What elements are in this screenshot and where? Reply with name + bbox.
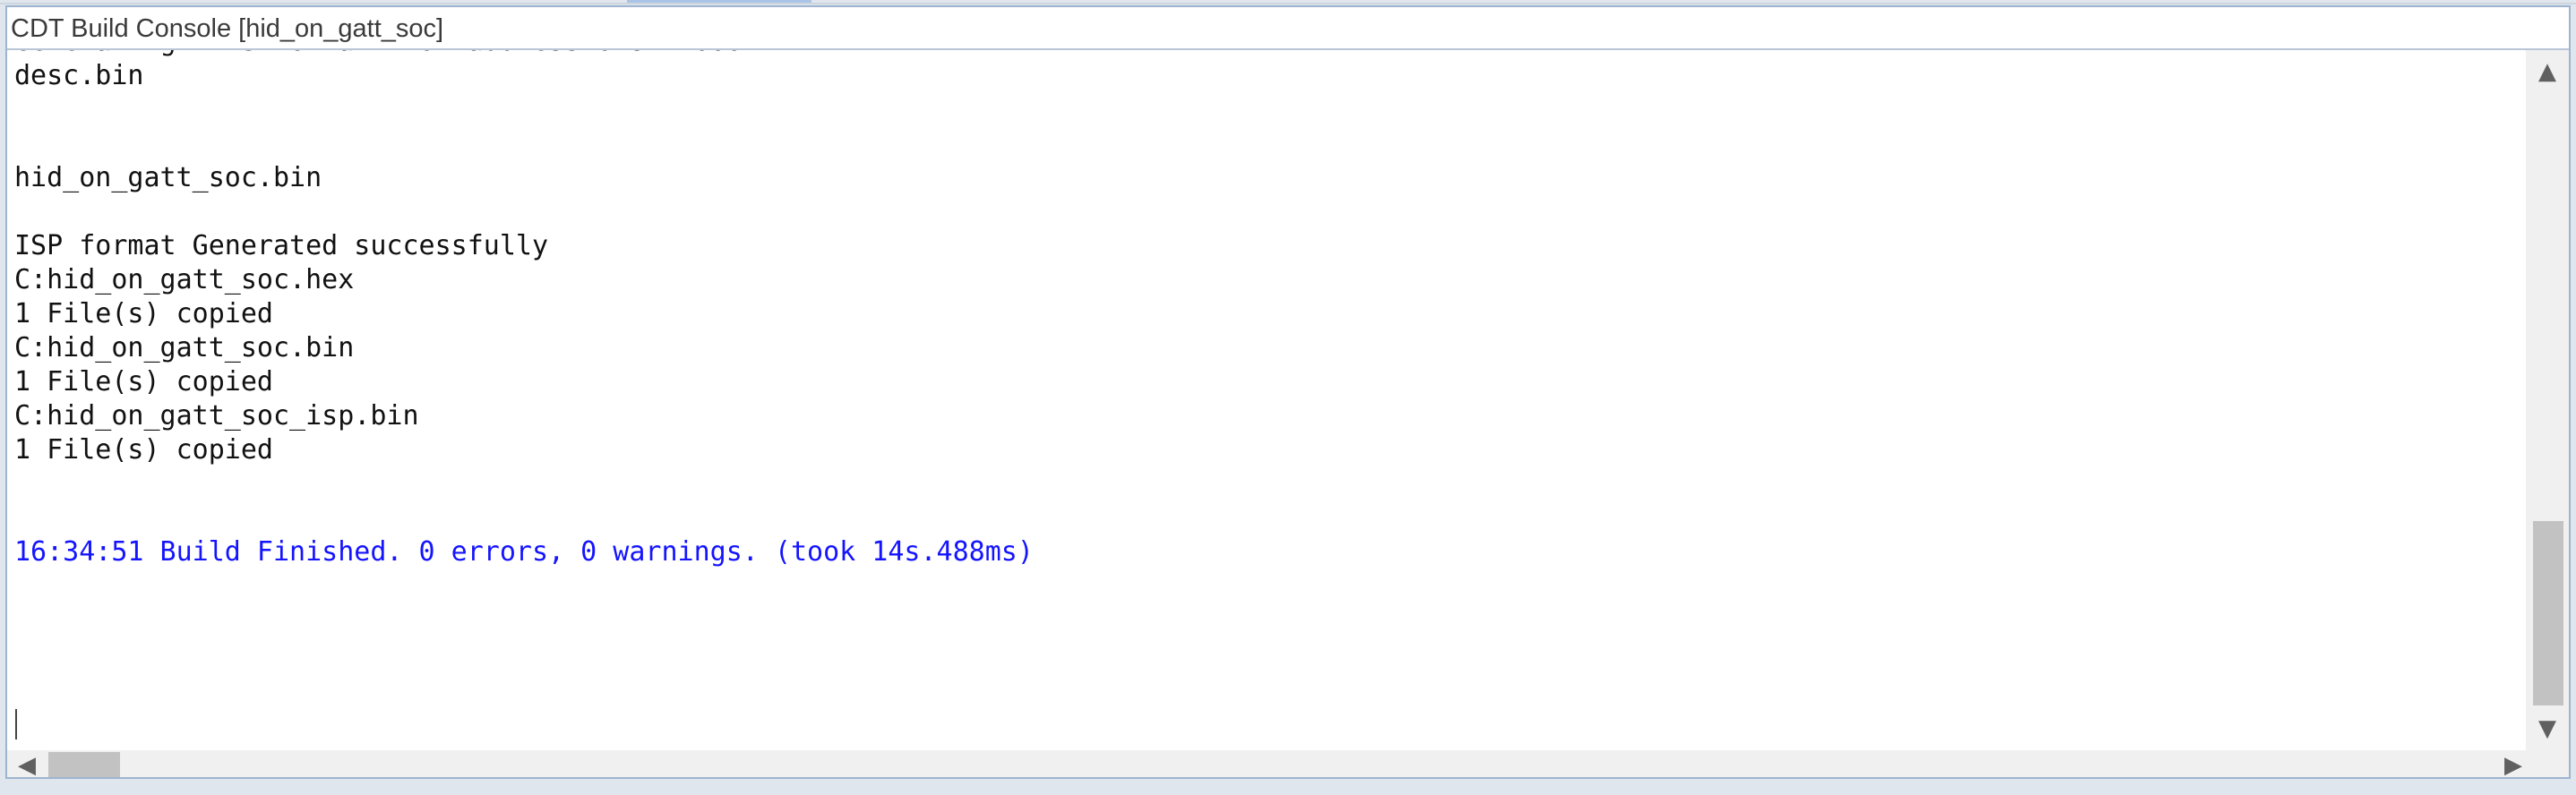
workbench-background: CDT Build Console [hid_on_gatt_soc] Gene… [0, 0, 2576, 795]
console-line: 1 File(s) copied [14, 366, 273, 398]
console-output-area[interactable]: Generating .KFS format from address 0x82… [7, 50, 2526, 750]
scroll-up-icon[interactable]: ▲ [2526, 50, 2569, 93]
console-line: C:hid_on_gatt_soc.hex [14, 264, 355, 295]
console-title-bar: CDT Build Console [hid_on_gatt_soc] [7, 7, 2569, 50]
console-line: ISP format Generated successfully [14, 230, 549, 261]
top-divider [0, 3, 2576, 4]
scroll-left-icon[interactable]: ◀ [7, 750, 47, 777]
vertical-scroll-thumb[interactable] [2533, 521, 2563, 705]
text-caret [15, 709, 17, 739]
console-line: hid_on_gatt_soc.bin [14, 162, 322, 193]
console-line: Generating .KFS format from address 0x82… [14, 50, 1034, 59]
console-line: C:hid_on_gatt_soc_isp.bin [14, 400, 419, 432]
vertical-scrollbar[interactable]: ▲ ▼ [2526, 50, 2569, 750]
console-line: 1 File(s) copied [14, 434, 273, 466]
console-line-build-status: 16:34:51 Build Finished. 0 errors, 0 war… [14, 536, 1034, 568]
console-line: desc.bin [14, 60, 144, 91]
horizontal-scrollbar[interactable]: ◀ ▶ [7, 750, 2569, 777]
build-console-view: CDT Build Console [hid_on_gatt_soc] Gene… [5, 5, 2571, 779]
horizontal-scroll-thumb[interactable] [48, 752, 120, 777]
console-title: CDT Build Console [hid_on_gatt_soc] [11, 14, 444, 43]
console-line: 1 File(s) copied [14, 298, 273, 329]
console-line: C:hid_on_gatt_soc.bin [14, 332, 355, 363]
scroll-down-icon[interactable]: ▼ [2526, 707, 2569, 750]
bottom-strip [0, 779, 2576, 795]
scrollbar-corner [2526, 750, 2569, 777]
console-lines: Generating .KFS format from address 0x82… [14, 50, 1034, 569]
